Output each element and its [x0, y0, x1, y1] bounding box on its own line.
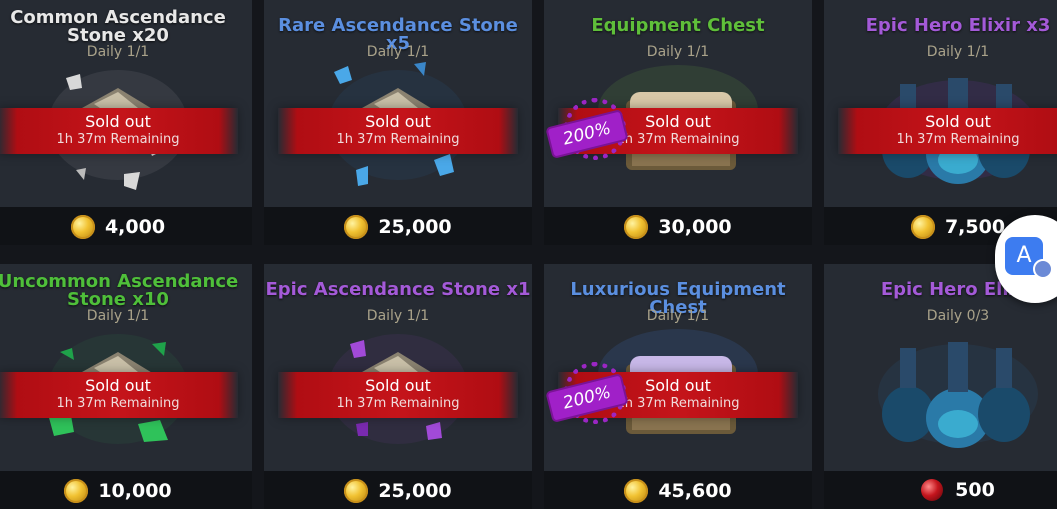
sold-out-label: Sold out: [365, 112, 431, 131]
sold-out-ribbon: Sold out 1h 37m Remaining: [0, 108, 238, 154]
gold-coin-icon: [910, 215, 935, 239]
price: 7,500: [944, 216, 1006, 238]
remaining-time: 1h 37m Remaining: [336, 132, 460, 147]
price: 500: [955, 479, 995, 501]
price-bar[interactable]: 45,600: [544, 471, 812, 509]
gold-coin-icon: [624, 479, 649, 503]
price: 45,600: [658, 480, 732, 502]
sold-out-ribbon: Sold out 1h 37m Remaining: [278, 108, 518, 154]
gold-coin-icon: [344, 215, 369, 239]
price: 25,000: [378, 480, 452, 502]
price: 10,000: [98, 480, 172, 502]
daily-limit: Daily 1/1: [86, 308, 150, 324]
item-title: Epic Hero Elixir x3: [865, 15, 1051, 36]
shop-item-rare-ascendance-stone[interactable]: Rare Ascendance Stone x5 Daily 1/1 Sold …: [264, 0, 532, 245]
price-bar[interactable]: 10,000: [0, 471, 252, 509]
sold-out-label: Sold out: [925, 112, 991, 131]
gold-coin-icon: [624, 215, 649, 239]
shop-item-luxurious-equipment-chest[interactable]: Luxurious Equipment Chest Daily 1/1 Sold…: [544, 264, 812, 509]
price: 25,000: [378, 216, 452, 238]
price: 30,000: [658, 216, 732, 238]
sold-out-label: Sold out: [85, 112, 151, 131]
daily-limit: Daily 1/1: [366, 308, 430, 324]
gold-coin-icon: [344, 479, 369, 503]
remaining-time: 1h 37m Remaining: [336, 396, 460, 411]
sold-out-ribbon: Sold out 1h 37m Remaining: [838, 108, 1057, 154]
remaining-time: 1h 37m Remaining: [896, 132, 1020, 147]
daily-limit: Daily 1/1: [366, 44, 430, 60]
gold-coin-icon: [64, 479, 89, 503]
price-bar[interactable]: 25,000: [264, 207, 532, 245]
daily-limit: Daily 0/3: [926, 308, 990, 324]
item-title: Uncommon Ascendance Stone x10: [0, 271, 239, 310]
price-bar[interactable]: 30,000: [544, 207, 812, 245]
shop-item-common-ascendance-stone[interactable]: Common Ascendance Stone x20 Daily 1/1 So…: [0, 0, 252, 245]
daily-limit: Daily 1/1: [646, 308, 710, 324]
price: 4,000: [104, 216, 166, 238]
price-bar[interactable]: 500: [824, 471, 1057, 509]
shop-item-epic-ascendance-stone[interactable]: Epic Ascendance Stone x1 Daily 1/1 Sold …: [264, 264, 532, 509]
daily-limit: Daily 1/1: [86, 44, 150, 60]
sold-out-ribbon: Sold out 1h 37m Remaining: [278, 372, 518, 418]
item-title: Epic Ascendance Stone x1: [265, 279, 531, 300]
shop-item-equipment-chest[interactable]: Equipment Chest Daily 1/1 Sold out 1h 37…: [544, 0, 812, 245]
sold-out-ribbon: Sold out 1h 37m Remaining: [0, 372, 238, 418]
daily-limit: Daily 1/1: [646, 44, 710, 60]
sold-out-label: Sold out: [365, 376, 431, 395]
price-bar[interactable]: 25,000: [264, 471, 532, 509]
translate-sub-icon: [1033, 259, 1053, 279]
item-title: Equipment Chest: [591, 15, 765, 36]
remaining-time: 1h 37m Remaining: [56, 396, 180, 411]
shop-item-uncommon-ascendance-stone[interactable]: Uncommon Ascendance Stone x10 Daily 1/1 …: [0, 264, 252, 509]
item-title: Common Ascendance Stone x20: [10, 7, 226, 46]
price-bar[interactable]: 4,000: [0, 207, 252, 245]
red-gem-icon: [921, 479, 944, 501]
daily-limit: Daily 1/1: [926, 44, 990, 60]
gold-coin-icon: [70, 215, 95, 239]
remaining-time: 1h 37m Remaining: [56, 132, 180, 147]
shop-item-epic-hero-elixir-x3[interactable]: Epic Hero Elixir x3 Daily 1/1 Sold out 1…: [824, 0, 1057, 245]
sold-out-label: Sold out: [85, 376, 151, 395]
